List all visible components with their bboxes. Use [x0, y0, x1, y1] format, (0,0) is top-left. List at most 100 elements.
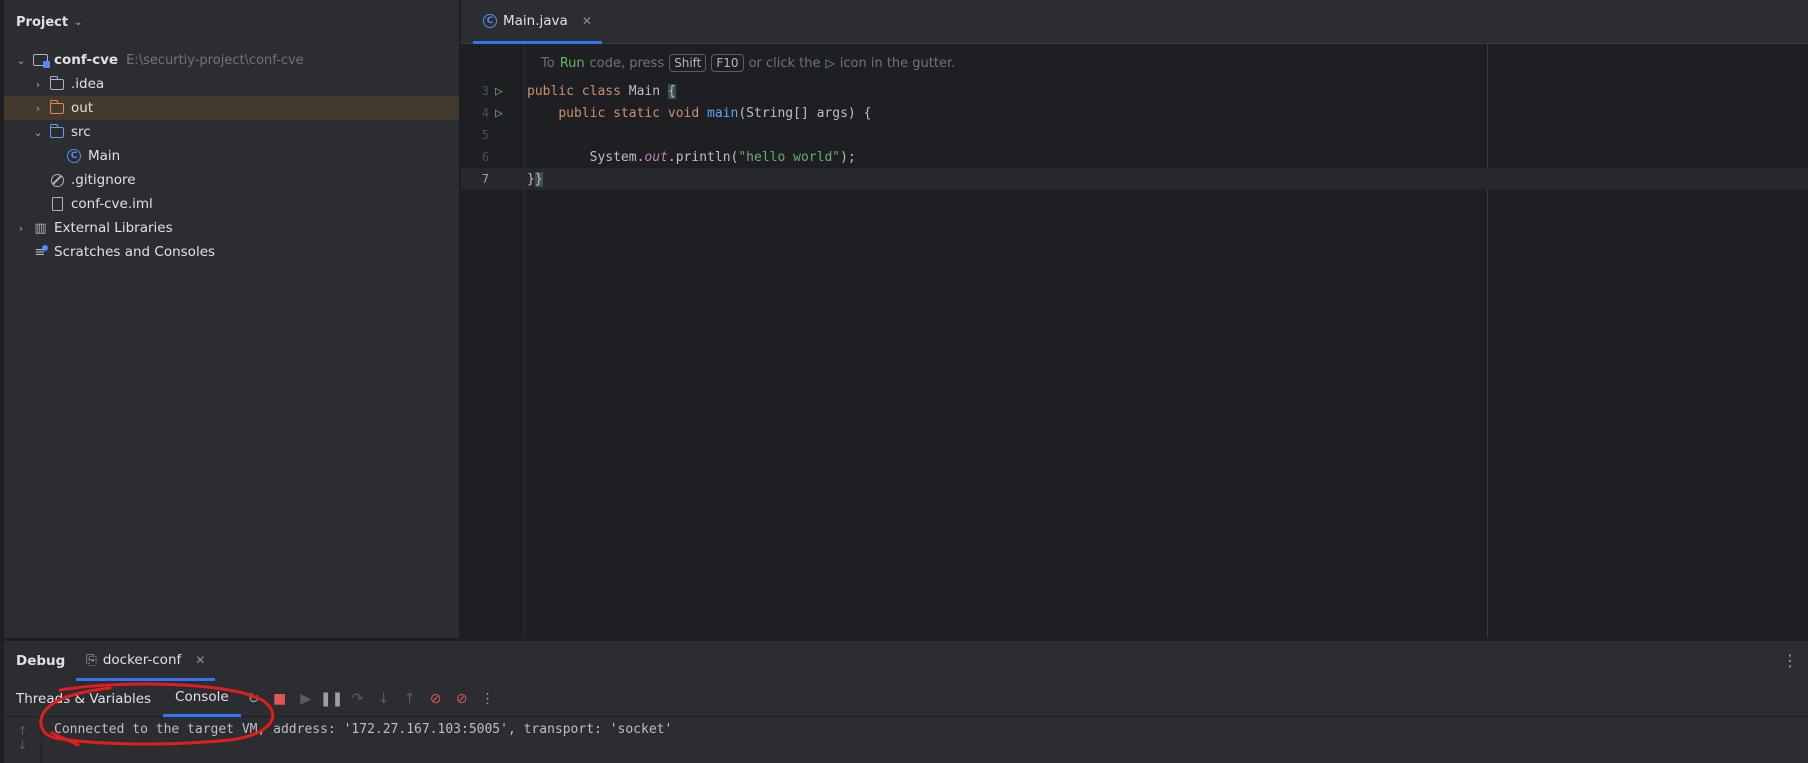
- run-gutter-icon[interactable]: ▷: [495, 106, 503, 121]
- run-gutter-icon[interactable]: ▷: [495, 84, 503, 99]
- tree-item-iml[interactable]: conf-cve.iml: [4, 192, 459, 216]
- ignored-file-icon: [49, 173, 65, 187]
- stop-icon[interactable]: ■: [267, 691, 293, 707]
- mute-breakpoints-icon[interactable]: ⊘: [449, 691, 475, 707]
- line-number: 5: [481, 128, 489, 142]
- scroll-up-icon[interactable]: ↑: [4, 724, 41, 738]
- code-text: System.: [589, 149, 645, 165]
- tree-item-label: conf-cve: [54, 52, 119, 68]
- shift-key: Shift: [669, 54, 707, 72]
- chevron-down-icon[interactable]: ⌄: [14, 54, 28, 67]
- code-brace: {: [667, 83, 676, 99]
- line-number: 3: [481, 84, 489, 98]
- tree-item-conf-cve[interactable]: ⌄ conf-cve E:\securtiy-project\conf-cve: [4, 48, 459, 72]
- code-brace: }: [527, 171, 535, 187]
- code-line-3: 3 ▷ public class Main {: [461, 80, 1808, 102]
- tree-item-out[interactable]: › out: [4, 96, 459, 120]
- source-folder-icon: [49, 123, 65, 139]
- editor-tab-bar: C Main.java ✕: [461, 0, 1808, 44]
- close-icon[interactable]: ✕: [582, 14, 592, 28]
- tree-item-label: Main: [88, 148, 121, 164]
- code-brace: }: [534, 171, 543, 187]
- chevron-right-icon[interactable]: ›: [31, 102, 45, 115]
- tree-item-main[interactable]: C Main: [4, 144, 459, 168]
- rerun-icon[interactable]: ↻: [241, 691, 267, 707]
- debug-session-tab[interactable]: ⎘ docker-conf ✕: [76, 641, 216, 681]
- line-number: 7: [481, 172, 489, 186]
- view-breakpoints-icon[interactable]: ⊘: [423, 691, 449, 707]
- code-text: (String[] args) {: [738, 105, 872, 121]
- project-panel: Project ⌄ ⌄ conf-cve E:\securtiy-project…: [4, 0, 460, 638]
- code-line-5: 5: [461, 124, 1808, 146]
- project-tree: ⌄ conf-cve E:\securtiy-project\conf-cve …: [4, 48, 459, 264]
- console-line: Connected to the target VM, address: '17…: [54, 722, 673, 737]
- debug-header: Debug ⎘ docker-conf ✕ ⋮: [4, 641, 1808, 681]
- project-panel-title: Project: [16, 14, 69, 30]
- tree-item-label: src: [71, 124, 91, 140]
- tab-label: Main.java: [503, 12, 568, 29]
- chevron-right-icon[interactable]: ›: [14, 222, 28, 235]
- code-line-7: 7 }}: [461, 168, 1808, 190]
- console-output[interactable]: ↑ ↓ Connected to the target VM, address:…: [4, 718, 1808, 763]
- java-class-icon: C: [66, 149, 82, 163]
- tree-item-scratches[interactable]: ≡ Scratches and Consoles: [4, 240, 459, 264]
- code-keyword: public static void: [558, 105, 700, 121]
- code-line-4: 4 ▷ public static void main(String[] arg…: [461, 102, 1808, 124]
- hint-run-text: Run: [559, 55, 585, 71]
- code-text: );: [840, 149, 856, 165]
- tab-threads-variables[interactable]: Threads & Variables: [4, 681, 163, 717]
- tab-main-java[interactable]: C Main.java ✕: [473, 0, 602, 44]
- close-icon[interactable]: ✕: [195, 653, 205, 667]
- run-icon: ▷: [825, 56, 835, 70]
- debug-title: Debug: [16, 653, 66, 669]
- chevron-down-icon[interactable]: ⌄: [74, 17, 82, 28]
- tree-item-label: Scratches and Consoles: [54, 244, 216, 260]
- scroll-down-icon[interactable]: ↓: [4, 738, 41, 752]
- tree-item-src[interactable]: ⌄ src: [4, 120, 459, 144]
- code-line-6: 6 System.out.println("hello world");: [461, 146, 1808, 168]
- debug-toolbar: Threads & Variables Console ↻ ■ ▶ ❚❚ ↷ ↓…: [4, 681, 1808, 717]
- step-out-icon[interactable]: ↑: [397, 691, 423, 707]
- code-editor[interactable]: To Run code, press Shift F10 or click th…: [461, 44, 1808, 638]
- resume-icon[interactable]: ▶: [293, 691, 319, 707]
- tree-item-external-libraries[interactable]: › ▥ External Libraries: [4, 216, 459, 240]
- tree-item-gitignore[interactable]: .gitignore: [4, 168, 459, 192]
- tree-item-label: .gitignore: [71, 172, 136, 188]
- line-number: 4: [481, 106, 489, 120]
- folder-icon: [49, 75, 65, 91]
- more-options-icon[interactable]: ⋮: [475, 691, 501, 707]
- code-string: "hello world": [738, 149, 841, 165]
- chevron-right-icon[interactable]: ›: [31, 78, 45, 91]
- console-gutter: ↑ ↓: [4, 718, 42, 763]
- code-text: Main: [620, 83, 668, 99]
- hint-text: or click the: [748, 55, 821, 71]
- hint-text: icon in the gutter.: [839, 55, 956, 71]
- tab-console[interactable]: Console: [163, 681, 241, 717]
- java-class-icon: C: [483, 13, 497, 28]
- hint-text: code, press: [589, 55, 665, 71]
- project-path: E:\securtiy-project\conf-cve: [126, 52, 304, 68]
- ide-window: Project ⌄ ⌄ conf-cve E:\securtiy-project…: [0, 0, 1808, 763]
- tree-item-label: .idea: [71, 76, 105, 92]
- hint-text: To: [541, 55, 555, 71]
- scratches-icon: ≡: [34, 244, 49, 260]
- session-label: docker-conf: [102, 651, 182, 668]
- more-options-icon[interactable]: ⋮: [1782, 651, 1798, 670]
- tree-item-label: External Libraries: [54, 220, 173, 236]
- pause-icon[interactable]: ❚❚: [319, 691, 345, 707]
- line-number: 6: [481, 150, 489, 164]
- run-hint: To Run code, press Shift F10 or click th…: [541, 54, 955, 72]
- f10-key: F10: [711, 54, 744, 72]
- tab-label: Console: [175, 689, 229, 705]
- code-keyword: public class: [527, 83, 621, 99]
- tree-item-label: conf-cve.iml: [71, 196, 153, 212]
- step-over-icon[interactable]: ↷: [345, 691, 371, 707]
- remote-debug-icon: ⎘: [86, 651, 97, 668]
- chevron-down-icon[interactable]: ⌄: [31, 126, 45, 139]
- project-panel-header[interactable]: Project ⌄: [4, 0, 459, 44]
- tree-item-idea[interactable]: › .idea: [4, 72, 459, 96]
- step-into-icon[interactable]: ↓: [371, 691, 397, 707]
- code-text: .println(: [667, 149, 739, 165]
- library-icon: ▥: [34, 220, 46, 236]
- project-folder-icon: [32, 53, 50, 68]
